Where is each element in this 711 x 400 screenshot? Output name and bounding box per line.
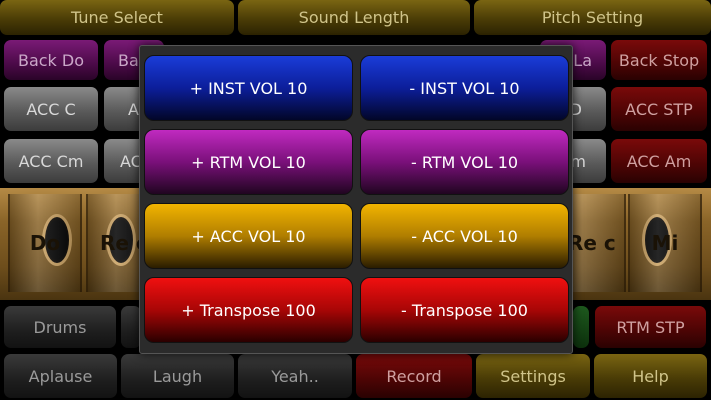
acc-vol-up-button[interactable]: + ACC VOL 10 (144, 203, 353, 269)
tune-select-button[interactable]: Tune Select (0, 0, 234, 35)
tune-select-label: Tune Select (71, 8, 163, 27)
acc-vol-up-label: + ACC VOL 10 (191, 226, 306, 246)
transpose-up-label: + Transpose 100 (181, 300, 316, 320)
key-do-label: Do (29, 231, 61, 255)
acc-am-label: ACC Am (626, 151, 692, 171)
help-label: Help (632, 366, 669, 386)
sound-length-button[interactable]: Sound Length (238, 0, 470, 35)
back-stop-button[interactable]: Back Stop (611, 40, 707, 80)
back-do-label: Back Do (17, 50, 85, 70)
inst-vol-up-label: + INST VOL 10 (189, 78, 308, 98)
rtm-stp-label: RTM STP (616, 317, 685, 337)
key-re-right-label: Re c (568, 231, 616, 255)
record-label: Record (386, 366, 442, 386)
drums-button[interactable]: Drums (4, 306, 116, 348)
settings-button[interactable]: Settings (476, 354, 590, 398)
acc-cm-button[interactable]: ACC Cm (4, 139, 98, 183)
acc-stp-label: ACC STP (625, 99, 693, 119)
pitch-setting-button[interactable]: Pitch Setting (474, 0, 711, 35)
rhythm-button-partial[interactable] (121, 306, 141, 348)
inst-vol-down-button[interactable]: - INST VOL 10 (360, 55, 569, 121)
back-stop-label: Back Stop (618, 50, 700, 70)
key-mi-label: Mi (651, 231, 679, 255)
key-mi[interactable]: Mi (628, 194, 702, 292)
laugh-button[interactable]: Laugh (121, 354, 234, 398)
help-button[interactable]: Help (594, 354, 707, 398)
transpose-down-label: - Transpose 100 (401, 300, 528, 320)
back-do-button[interactable]: Back Do (4, 40, 98, 80)
aplause-button[interactable]: Aplause (4, 354, 117, 398)
acc-am-button[interactable]: ACC Am (611, 139, 707, 183)
rtm-stp-button[interactable]: RTM STP (595, 306, 706, 348)
inst-vol-down-label: - INST VOL 10 (409, 78, 520, 98)
transpose-down-button[interactable]: - Transpose 100 (360, 277, 569, 343)
back-re-label: Ba (118, 50, 139, 70)
aplause-label: Aplause (28, 366, 93, 386)
acc-c-button[interactable]: ACC C (4, 87, 98, 131)
volume-dialog: + INST VOL 10 - INST VOL 10 + RTM VOL 10… (139, 45, 573, 354)
rtm-vol-up-label: + RTM VOL 10 (191, 152, 306, 172)
record-button[interactable]: Record (356, 354, 472, 398)
rhythm-button-partial-right[interactable] (573, 306, 589, 348)
acc-stp-button[interactable]: ACC STP (611, 87, 707, 131)
transpose-up-button[interactable]: + Transpose 100 (144, 277, 353, 343)
acc-c-label: ACC C (26, 99, 76, 119)
back-la-label: La (573, 50, 592, 70)
inst-vol-up-button[interactable]: + INST VOL 10 (144, 55, 353, 121)
laugh-label: Laugh (152, 366, 203, 386)
sound-length-label: Sound Length (298, 8, 410, 27)
yeah-label: Yeah.. (271, 366, 319, 386)
acc-d-left-label: A (128, 99, 139, 119)
rtm-vol-down-button[interactable]: - RTM VOL 10 (360, 129, 569, 195)
pitch-setting-label: Pitch Setting (541, 8, 644, 27)
acc-vol-down-label: - ACC VOL 10 (411, 226, 518, 246)
yeah-button[interactable]: Yeah.. (238, 354, 352, 398)
settings-label: Settings (500, 366, 566, 386)
rtm-vol-down-label: - RTM VOL 10 (410, 152, 519, 172)
acc-cm-label: ACC Cm (18, 151, 84, 171)
rtm-vol-up-button[interactable]: + RTM VOL 10 (144, 129, 353, 195)
drums-label: Drums (33, 317, 87, 337)
acc-vol-down-button[interactable]: - ACC VOL 10 (360, 203, 569, 269)
key-do[interactable]: Do (8, 194, 82, 292)
